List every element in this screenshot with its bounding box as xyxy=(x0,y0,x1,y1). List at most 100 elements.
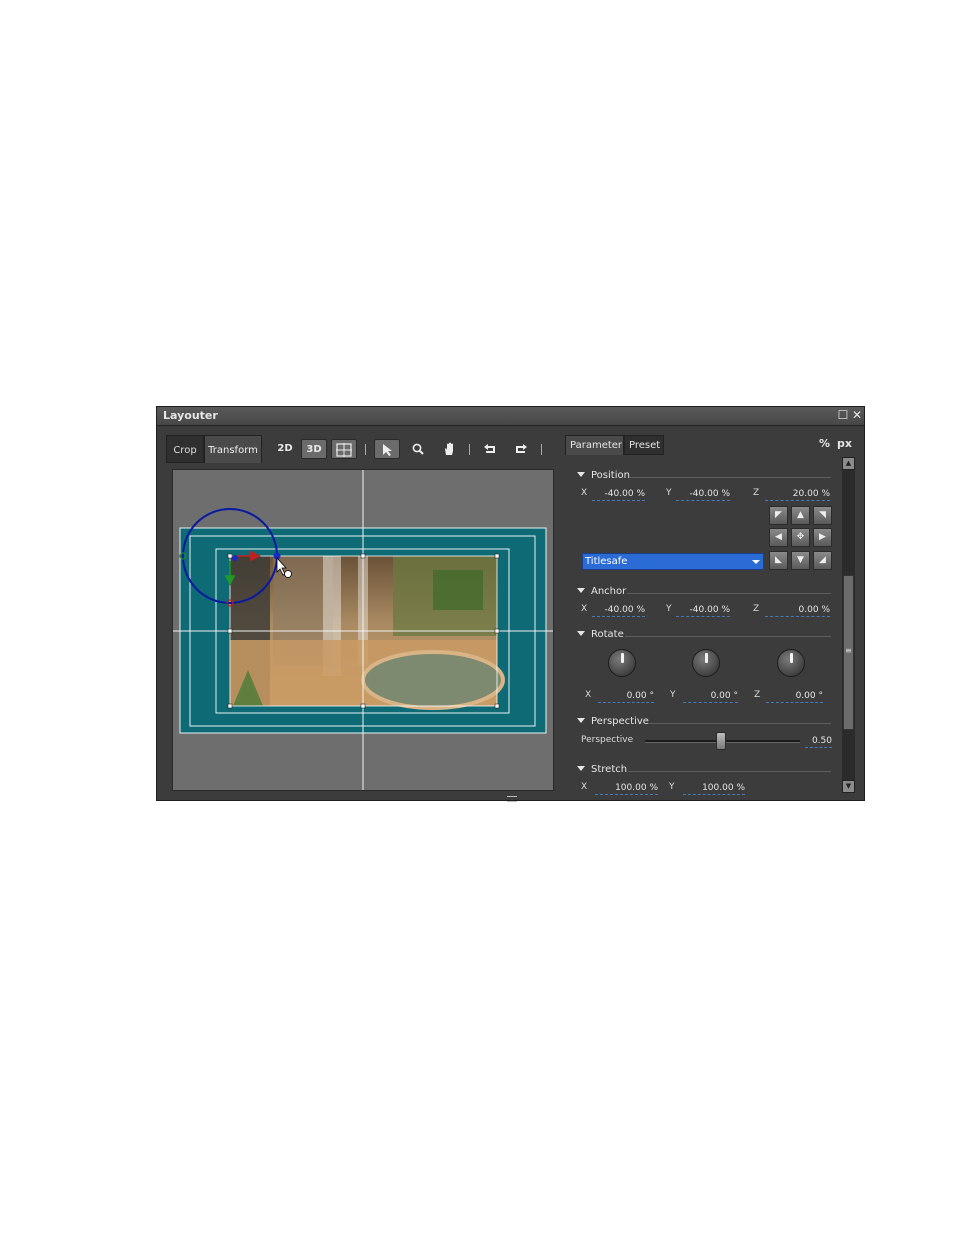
tab-transform[interactable]: Transform xyxy=(204,435,262,463)
redo-button[interactable] xyxy=(508,439,534,459)
section-anchor-title: Anchor xyxy=(591,586,627,597)
nudge-up-button[interactable]: ▲ xyxy=(791,506,810,525)
handle-bottom-left[interactable] xyxy=(227,703,233,709)
anchor-z-field[interactable]: 0.00 % xyxy=(765,604,830,617)
resize-grip[interactable] xyxy=(507,796,517,802)
safe-area-value: Titlesafe xyxy=(585,556,628,567)
handle-top-center[interactable] xyxy=(360,553,366,559)
anchor-x-field[interactable]: -40.00 % xyxy=(592,604,645,617)
scroll-down-icon[interactable]: ▼ xyxy=(842,780,855,793)
view-3d-button[interactable]: 3D xyxy=(301,439,327,459)
anchor-y-label: Y xyxy=(666,604,672,614)
grid-toggle-button[interactable] xyxy=(331,439,357,459)
tab-parameter[interactable]: Parameter xyxy=(565,435,624,455)
zoom-icon xyxy=(412,443,424,455)
rotate-x-field[interactable]: 0.00 ° xyxy=(598,690,654,703)
position-z-field[interactable]: 20.00 % xyxy=(765,488,830,501)
preview-canvas[interactable] xyxy=(172,469,554,791)
stretch-x-field[interactable]: 100.00 % xyxy=(595,782,658,795)
undo-button[interactable] xyxy=(477,439,503,459)
section-position-title: Position xyxy=(591,470,630,481)
hand-tool-button[interactable] xyxy=(436,439,462,459)
perspective-value: 0.50 xyxy=(811,736,832,746)
nudge-right-button[interactable]: ▶ xyxy=(813,528,832,547)
rotate-z-knob[interactable] xyxy=(777,649,805,677)
anchor-x-unit: % xyxy=(636,605,645,615)
hand-icon xyxy=(445,442,453,455)
handle-middle-left[interactable] xyxy=(227,628,233,634)
perspective-slider-thumb[interactable] xyxy=(716,732,726,750)
pointer-icon xyxy=(383,444,392,456)
anchor-x-label: X xyxy=(581,604,588,614)
rotate-y-knob[interactable] xyxy=(692,649,720,677)
anchor-x-value: -40.00 xyxy=(604,605,634,615)
stretch-x-label: X xyxy=(581,782,588,792)
perspective-label: Perspective xyxy=(581,735,634,745)
rotate-y-unit: ° xyxy=(733,691,739,701)
position-x-label: X xyxy=(581,488,588,498)
collapse-triangle-icon xyxy=(577,718,585,723)
section-perspective[interactable]: Perspective xyxy=(577,716,649,727)
anchor-y-value: -40.00 xyxy=(689,605,719,615)
scrollbar-thumb[interactable]: ≡ xyxy=(843,575,854,730)
stretch-y-value: 100.00 xyxy=(702,783,734,793)
rotate-z-unit: ° xyxy=(818,691,824,701)
handle-middle-right[interactable] xyxy=(494,628,500,634)
unit-px-button[interactable]: px xyxy=(837,437,852,450)
nudge-top-right-button[interactable]: ◥ xyxy=(813,506,832,525)
nudge-bottom-right-button[interactable]: ◢ xyxy=(813,551,832,570)
anchor-z-value: 0.00 xyxy=(798,605,819,615)
handle-top-left[interactable] xyxy=(227,553,233,559)
nudge-down-button[interactable]: ▼ xyxy=(791,551,810,570)
chevron-down-icon xyxy=(752,560,760,564)
maximize-icon[interactable]: ☐ xyxy=(837,409,849,421)
handle-top-right[interactable] xyxy=(494,553,500,559)
nudge-left-button[interactable]: ◀ xyxy=(769,528,788,547)
section-stretch[interactable]: Stretch xyxy=(577,764,627,775)
rotate-x-unit: ° xyxy=(649,691,655,701)
section-rotate[interactable]: Rotate xyxy=(577,629,624,640)
handle-bottom-right[interactable] xyxy=(494,703,500,709)
rotate-z-value: 0.00 xyxy=(795,691,816,701)
window-title: Layouter xyxy=(163,409,218,422)
layouter-window: Layouter ☐ ✕ Crop Transform 2D 3D Parame… xyxy=(156,406,865,802)
nudge-bottom-left-button[interactable]: ◣ xyxy=(769,551,788,570)
stretch-y-label: Y xyxy=(669,782,675,792)
grid-icon xyxy=(336,443,352,457)
section-anchor[interactable]: Anchor xyxy=(577,586,626,597)
close-icon[interactable]: ✕ xyxy=(851,409,863,421)
nudge-top-left-button[interactable]: ◤ xyxy=(769,506,788,525)
stretch-y-field[interactable]: 100.00 % xyxy=(683,782,745,795)
section-perspective-title: Perspective xyxy=(591,716,649,727)
section-position[interactable]: Position xyxy=(577,470,630,481)
collapse-triangle-icon xyxy=(577,472,585,477)
nudge-center-button[interactable]: ✥ xyxy=(791,528,810,547)
position-z-value: 20.00 xyxy=(792,489,819,499)
rotate-x-knob[interactable] xyxy=(608,649,636,677)
anchor-y-field[interactable]: -40.00 % xyxy=(676,604,730,617)
perspective-value-field[interactable]: 0.50 xyxy=(805,735,832,748)
view-2d-button[interactable]: 2D xyxy=(272,439,298,459)
tab-preset[interactable]: Preset xyxy=(624,435,664,455)
handle-bottom-center[interactable] xyxy=(360,703,366,709)
unit-percent-button[interactable]: % xyxy=(819,437,830,450)
rotate-x-label: X xyxy=(585,690,592,700)
position-x-field[interactable]: -40.00 % xyxy=(592,488,645,501)
position-y-field[interactable]: -40.00 % xyxy=(676,488,730,501)
rotate-z-field[interactable]: 0.00 ° xyxy=(766,690,823,703)
scroll-up-icon[interactable]: ▲ xyxy=(842,457,855,470)
stretch-y-unit: % xyxy=(736,783,745,793)
safe-area-dropdown[interactable]: Titlesafe xyxy=(582,553,764,570)
select-tool-button[interactable] xyxy=(374,439,400,459)
rotate-y-field[interactable]: 0.00 ° xyxy=(683,690,738,703)
section-stretch-title: Stretch xyxy=(591,764,628,775)
panel-scrollbar[interactable]: ▲ ≡ ▼ xyxy=(842,457,855,793)
preview-svg xyxy=(173,470,553,790)
tab-crop[interactable]: Crop xyxy=(166,435,204,463)
zoom-tool-button[interactable] xyxy=(405,439,431,459)
anchor-point[interactable] xyxy=(232,555,238,561)
position-z-unit: % xyxy=(821,489,830,499)
collapse-triangle-icon xyxy=(577,588,585,593)
position-x-value: -40.00 xyxy=(604,489,634,499)
position-y-value: -40.00 xyxy=(689,489,719,499)
